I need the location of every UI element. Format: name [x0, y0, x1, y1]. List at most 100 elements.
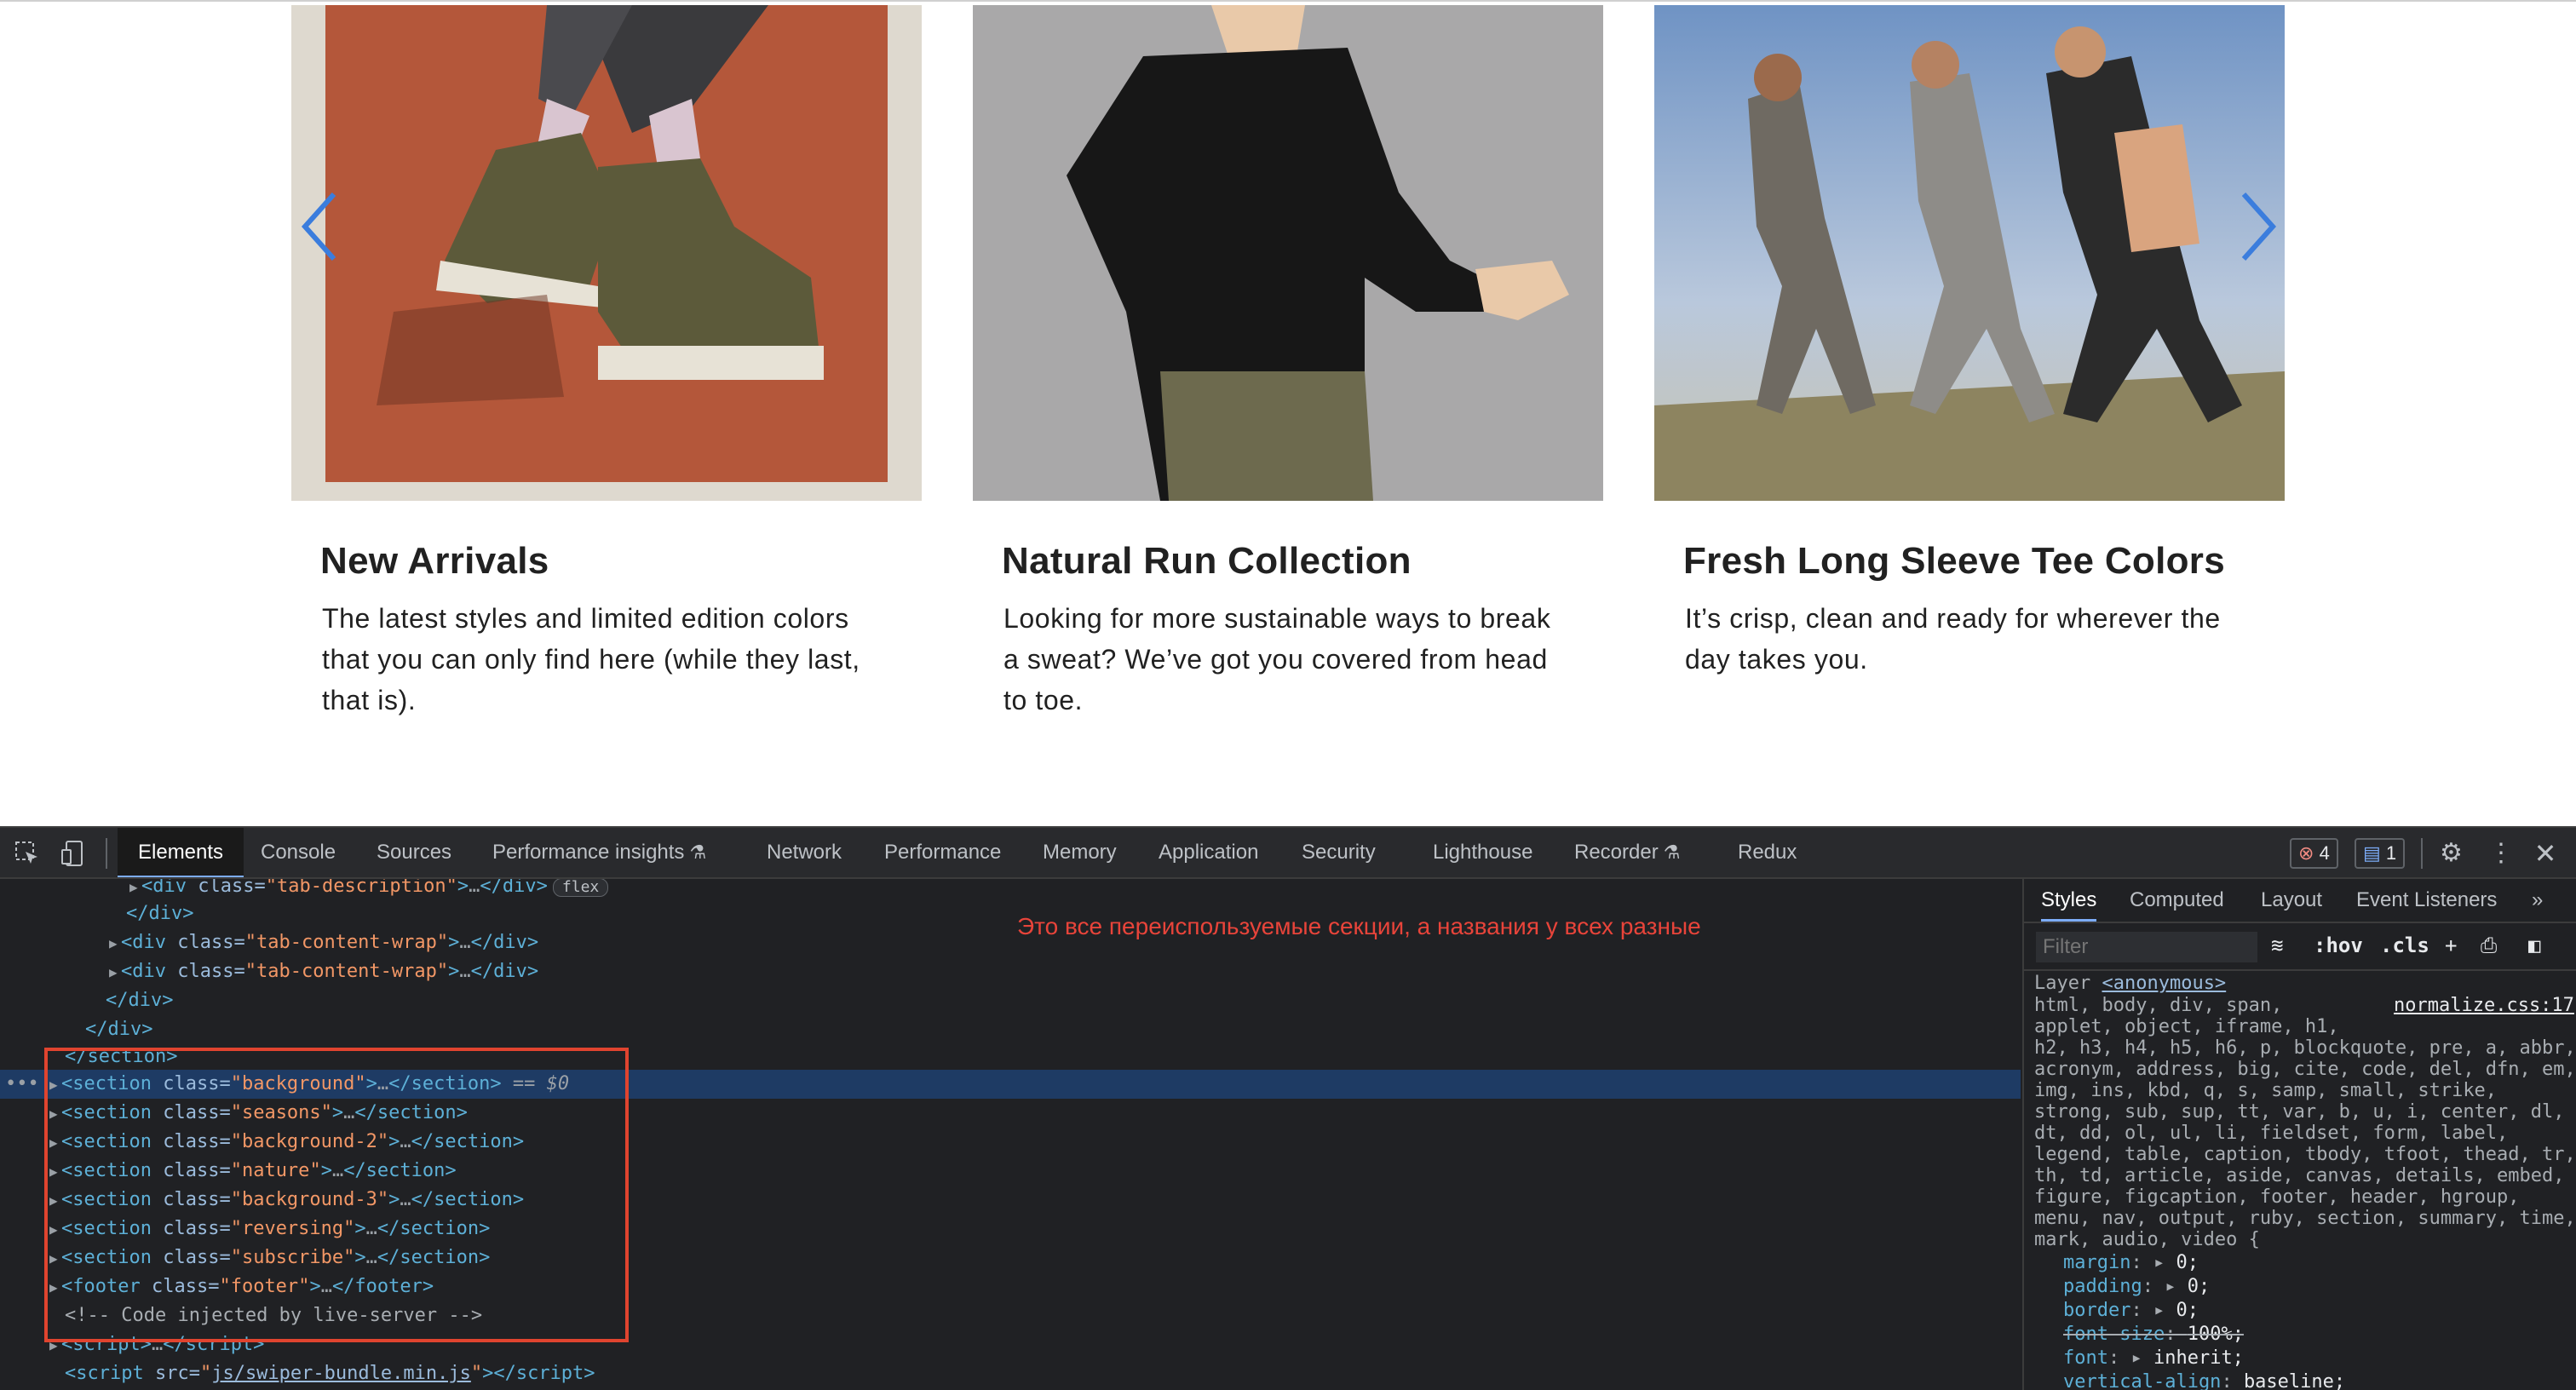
tab-sources[interactable]: Sources [377, 828, 451, 877]
css-selector-line: dt, dd, ol, ul, li, fieldset, form, labe… [2034, 1123, 2509, 1144]
source-link[interactable]: normalize.css:17 [2394, 995, 2574, 1016]
swiper-next-arrow[interactable] [2234, 184, 2285, 269]
css-declaration[interactable]: border: ▸ 0; [2063, 1300, 2199, 1321]
dom-node-close-div[interactable]: </div> [106, 986, 173, 1015]
annotation-text: Это все переиспользуемые секции, а назва… [1017, 913, 1701, 939]
card-new-arrivals[interactable]: New Arrivals The latest styles and limit… [291, 5, 922, 715]
swiper-prev-arrow[interactable] [293, 184, 344, 269]
css-value[interactable]: 0; [2176, 1300, 2199, 1321]
card-text-line: a sweat? We’ve got you covered from head [1003, 644, 1548, 675]
tab-memory[interactable]: Memory [1043, 828, 1117, 877]
css-prop[interactable]: border [2063, 1300, 2130, 1321]
tab-label: Performance insights [492, 841, 685, 864]
css-selector-line: mark, audio, video { [2034, 1229, 2260, 1250]
css-value[interactable]: 0; [2176, 1252, 2199, 1273]
css-prop[interactable]: padding [2063, 1276, 2142, 1297]
tab-performance-insights[interactable]: Performance insights ⚗ [492, 828, 706, 877]
device-toolbar-icon[interactable] [60, 840, 87, 867]
toggle-renderer-icon[interactable]: ≋ [2271, 933, 2283, 957]
css-declaration[interactable]: font: ▸ inherit; [2063, 1347, 2244, 1369]
css-value[interactable]: 0; [2188, 1276, 2211, 1297]
inspect-element-icon[interactable] [14, 840, 41, 867]
experimental-flask-icon: ⚗ [689, 841, 707, 863]
css-declaration[interactable]: vertical-align: baseline; [2063, 1371, 2345, 1390]
errors-badge[interactable]: ⊗ 4 [2290, 838, 2338, 869]
styles-filter-row: ≋ :hov .cls + ⎙ ◧ [2024, 923, 2576, 971]
dom-node-script-src[interactable]: <script src="js/swiper-bundle.min.js"></… [65, 1359, 595, 1388]
dom-node-tab-description[interactable]: ▶ <div class="tab-description">…</div> fle… [129, 879, 609, 901]
css-prop[interactable]: font-size [2063, 1324, 2165, 1345]
attr-value: tab-content-wrap [256, 961, 437, 982]
toggle-sidebar-icon[interactable]: ◧ [2528, 933, 2540, 957]
css-declaration-overridden[interactable]: font-size: 100%; [2063, 1324, 2244, 1345]
card-text-line: It’s crisp, clean and ready for wherever… [1685, 603, 2221, 634]
layer-label: Layer [2034, 973, 2091, 994]
script-src-link[interactable]: js/swiper-bundle.min.js [211, 1363, 471, 1384]
errors-count: 4 [2319, 842, 2330, 864]
card-text-line: Looking for more sustainable ways to bre… [1003, 603, 1551, 634]
element-state-icon[interactable]: ⎙ [2481, 933, 2497, 957]
tab-redux[interactable]: Redux [1738, 828, 1797, 877]
dom-node-close-div[interactable]: </div> [126, 899, 193, 928]
card-natural-run[interactable]: Natural Run Collection Looking for more … [973, 5, 1603, 715]
styles-filter-input[interactable] [2036, 932, 2257, 962]
css-value[interactable]: inherit; [2153, 1347, 2244, 1369]
css-prop[interactable]: vertical-align [2063, 1371, 2221, 1390]
messages-count: 1 [2385, 842, 2397, 864]
tab-elements[interactable]: Elements [118, 828, 244, 877]
css-declaration[interactable]: margin: ▸ 0; [2063, 1252, 2199, 1273]
error-icon: ⊗ [2298, 842, 2314, 864]
attr-value: tab-content-wrap [256, 932, 437, 953]
tab-computed[interactable]: Computed [2130, 879, 2224, 922]
tab-security[interactable]: Security [1302, 828, 1376, 877]
css-selector-line: img, ins, kbd, q, s, samp, small, strike… [2034, 1080, 2498, 1101]
card-image-long-sleeve [973, 5, 1603, 501]
card-image-shoes [291, 5, 922, 501]
more-options-icon[interactable]: ⋮ [2487, 840, 2515, 867]
cls-button[interactable]: .cls [2380, 933, 2429, 957]
css-prop[interactable]: font [2063, 1347, 2108, 1369]
css-selector-line: strong, sub, sup, tt, var, b, u, i, cent… [2034, 1101, 2565, 1123]
layer-link[interactable]: <anonymous> [2102, 973, 2226, 994]
more-tabs-chevron-icon[interactable]: » [2532, 879, 2543, 922]
styles-pane[interactable]: Styles Computed Layout Event Listeners »… [2022, 879, 2576, 1390]
more-actions-dots[interactable]: ••• [5, 1070, 39, 1099]
tab-recorder[interactable]: Recorder ⚗ [1574, 828, 1680, 877]
dom-node-tab-content-wrap[interactable]: ▶ <div class="tab-content-wrap">…</div> [109, 957, 538, 986]
tab-performance[interactable]: Performance [884, 828, 1001, 877]
stylesheet-source-link[interactable]: normalize.css:17 [2394, 995, 2574, 1016]
tab-console[interactable]: Console [261, 828, 336, 877]
new-style-rule-icon[interactable]: + [2445, 933, 2457, 957]
experimental-flask-icon: ⚗ [1663, 841, 1681, 863]
dom-node-tab-content-wrap[interactable]: ▶ <div class="tab-content-wrap">…</div> [109, 928, 538, 957]
css-value[interactable]: baseline; [2244, 1371, 2345, 1390]
css-value[interactable]: 100%; [2188, 1324, 2244, 1345]
tab-application[interactable]: Application [1159, 828, 1258, 877]
tab-network[interactable]: Network [767, 828, 842, 877]
flex-badge[interactable]: flex [552, 879, 609, 897]
devtools-toolbar: Elements Console Sources Performance ins… [0, 828, 2576, 879]
css-declaration[interactable]: padding: ▸ 0; [2063, 1276, 2210, 1297]
messages-badge[interactable]: ▤ 1 [2355, 838, 2406, 869]
close-devtools-icon[interactable]: ✕ [2532, 840, 2559, 867]
tab-label: Recorder [1574, 841, 1659, 864]
card-long-sleeve-tee[interactable]: Fresh Long Sleeve Tee Colors It’s crisp,… [1654, 5, 2285, 675]
card-text-line: The latest styles and limited edition co… [322, 603, 849, 634]
tab-layout[interactable]: Layout [2261, 879, 2322, 922]
tab-styles[interactable]: Styles [2041, 879, 2097, 922]
css-selector-line: applet, object, iframe, h1, [2034, 1016, 2339, 1037]
css-prop[interactable]: margin [2063, 1252, 2130, 1273]
dom-node-close-div[interactable]: </div> [85, 1015, 152, 1044]
hov-button[interactable]: :hov [2314, 933, 2363, 957]
tab-lighthouse[interactable]: Lighthouse [1433, 828, 1532, 877]
css-selector-line: legend, table, caption, tbody, tfoot, th… [2034, 1144, 2576, 1165]
annotation-highlight-box [44, 1048, 629, 1342]
card-image-runners [1654, 5, 2285, 501]
card-text-line: to toe. [1003, 685, 1084, 715]
attr-value: tab-description [276, 879, 446, 897]
css-selector-line: figure, figcaption, footer, header, hgro… [2034, 1186, 2520, 1208]
message-icon: ▤ [2363, 842, 2381, 864]
tab-event-listeners[interactable]: Event Listeners [2356, 879, 2497, 922]
toolbar-divider [2421, 838, 2423, 869]
settings-gear-icon[interactable]: ⚙ [2440, 840, 2467, 867]
